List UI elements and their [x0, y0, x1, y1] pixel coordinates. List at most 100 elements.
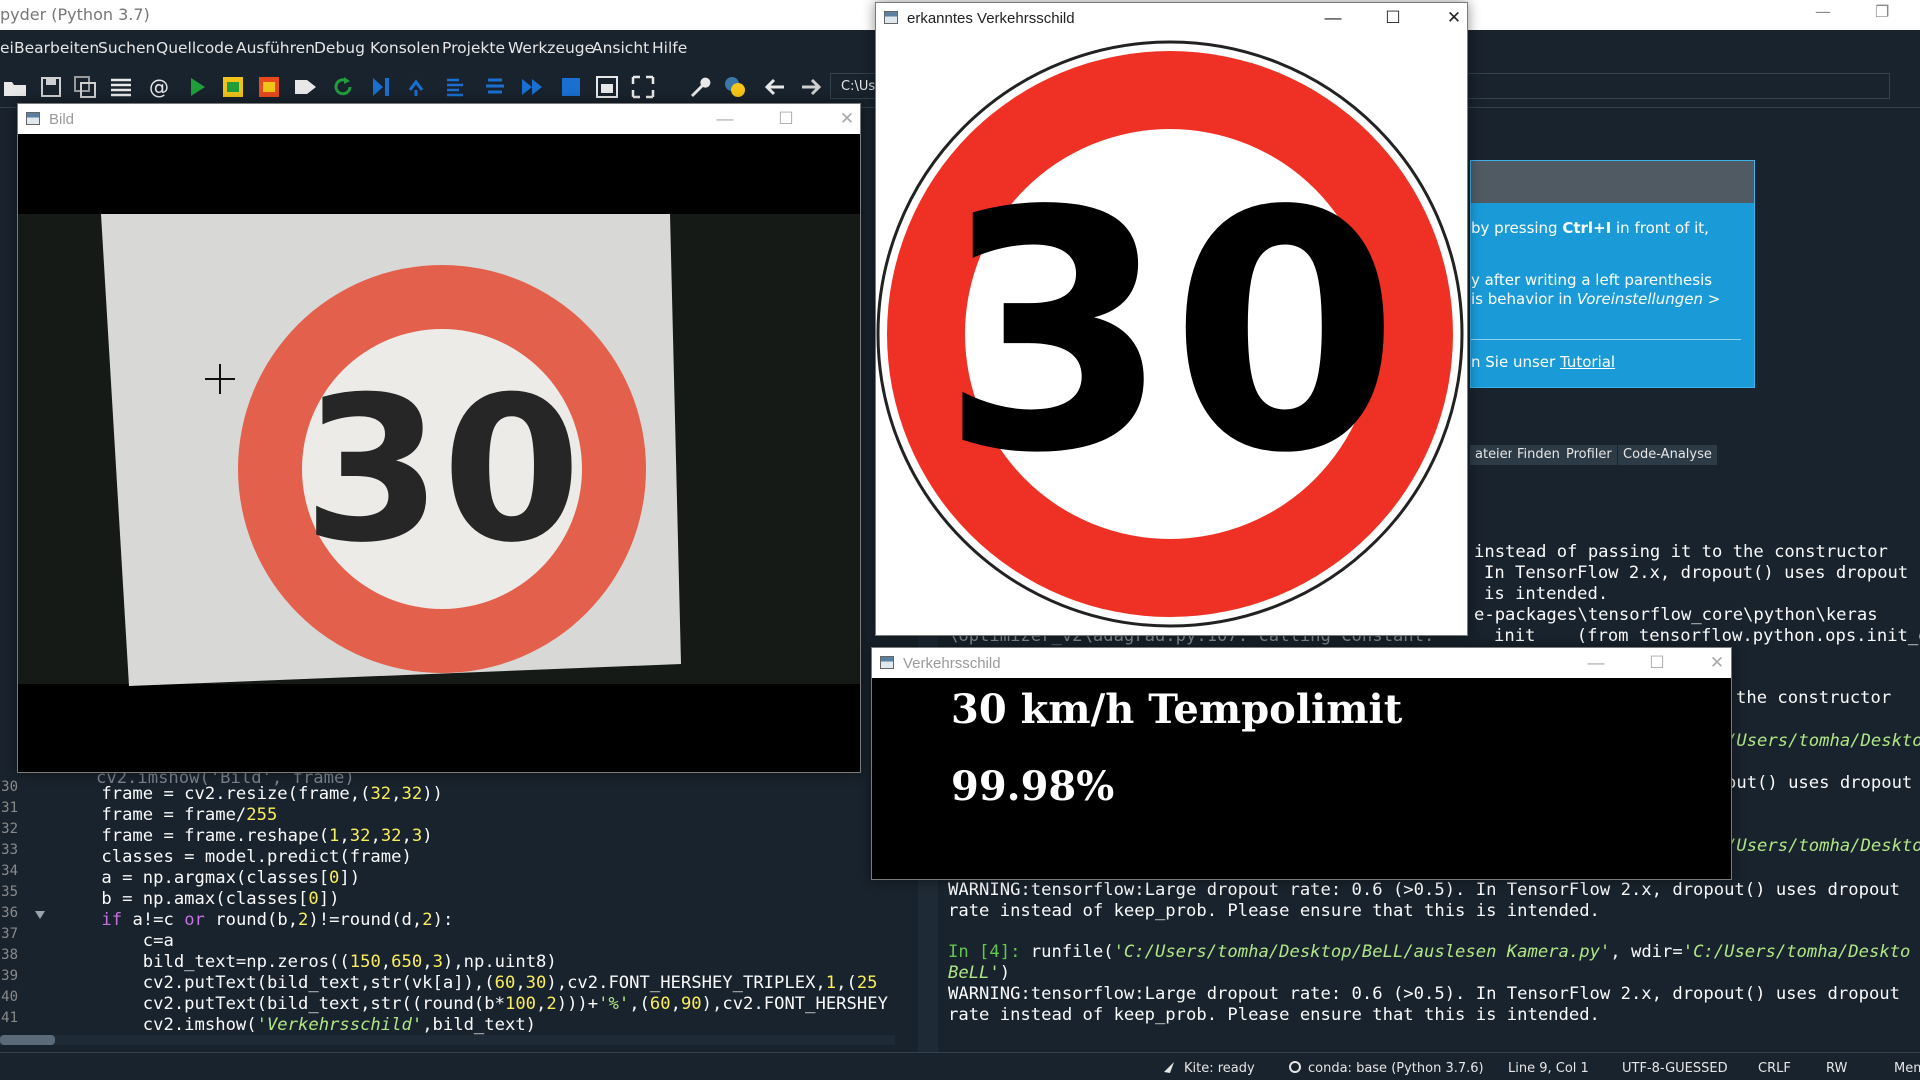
bild-window[interactable]: Bild — ☐ ✕ 30 [17, 103, 861, 773]
window-app-icon [26, 112, 40, 125]
help-text-line: is behavior in Voreinstellungen > [1471, 290, 1721, 308]
editor-horizontal-scrollbar[interactable] [0, 1035, 895, 1045]
menu-hilfe[interactable]: Hilfe [652, 39, 687, 57]
bild-titlebar[interactable]: Bild — ☐ ✕ [18, 104, 860, 134]
continue-icon[interactable] [520, 74, 546, 100]
console-line: In TensorFlow 2.x, dropout() uses dropou… [1484, 563, 1909, 583]
line-number: 33 [1, 842, 18, 858]
maximize-icon[interactable]: ☐ [1373, 6, 1413, 30]
run-icon[interactable] [184, 74, 210, 100]
save-all-icon[interactable] [72, 74, 98, 100]
fullscreen-icon[interactable] [630, 74, 656, 100]
menu-bearbeiten[interactable]: Bearbeiten [14, 39, 99, 57]
maximize-icon[interactable]: ☐ [766, 107, 806, 131]
classification-result-canvas: 30 km/h Tempolimit 99.98% [872, 678, 1731, 879]
line-number: 40 [1, 989, 18, 1005]
line-number: 38 [1, 947, 18, 963]
tab-code-analyse[interactable]: Code-Analyse [1618, 445, 1717, 465]
run-cell-icon[interactable] [220, 74, 246, 100]
rerun-icon[interactable] [330, 74, 356, 100]
maximize-icon[interactable]: ☐ [1637, 651, 1677, 675]
spyder-minimize-icon[interactable]: — [1815, 2, 1831, 21]
tab-profiler[interactable]: Profiler [1561, 445, 1617, 465]
console-warning: rate instead of keep_prob. Please ensure… [948, 901, 1600, 921]
camera-sign-number: 30 [303, 354, 581, 587]
scrollbar-thumb[interactable] [0, 1035, 55, 1045]
confidence-label: 99.98% [951, 763, 1115, 810]
window-app-icon [880, 656, 894, 669]
minimize-icon[interactable]: — [1576, 651, 1616, 675]
menu-datei[interactable]: ei [0, 39, 14, 57]
maximize-pane-icon[interactable] [594, 74, 620, 100]
at-icon[interactable]: @ [146, 74, 172, 100]
tutorial-link[interactable]: Tutorial [1560, 353, 1615, 371]
wrench-icon[interactable] [686, 74, 712, 100]
code-line: cv2.putText(bild_text,str(vk[a]),(60,30)… [60, 973, 878, 993]
minimize-icon[interactable]: — [705, 107, 745, 131]
code-line: if a!=c or round(b,2)!=round(d,2): [101, 910, 454, 930]
run-selection-icon[interactable] [292, 74, 318, 100]
recognized-sign-number: 30 [940, 141, 1399, 525]
step-return-icon[interactable] [482, 74, 508, 100]
line-number: 30 [1, 779, 18, 795]
console-line: instead of passing it to the constructor [1474, 542, 1888, 562]
code-line: bild_text=np.zeros((150,650,3),np.uint8) [60, 952, 557, 972]
stop-debug-icon[interactable] [558, 74, 584, 100]
status-bar: Kite: ready conda: base (Python 3.7.6) L… [0, 1052, 1920, 1080]
conda-env-status: conda: base (Python 3.7.6) [1308, 1061, 1484, 1076]
step-into-icon[interactable] [444, 74, 470, 100]
console-prompt: In [4]: [948, 942, 1021, 962]
list-icon[interactable] [108, 74, 134, 100]
code-line: cv2.imshow('Verkehrsschild',bild_text) [60, 1015, 537, 1035]
code-line: frame = cv2.resize(frame,(32,32)) [60, 784, 443, 804]
menu-ausfuehren[interactable]: Ausführen [236, 39, 315, 57]
minimize-icon[interactable]: — [1313, 6, 1353, 30]
close-icon[interactable]: ✕ [1697, 651, 1737, 675]
menu-werkzeuge[interactable]: Werkzeuge [508, 39, 594, 57]
python-icon[interactable] [722, 74, 748, 100]
step-icon[interactable] [406, 74, 432, 100]
menu-projekte[interactable]: Projekte [442, 39, 505, 57]
code-line: c=a [60, 931, 174, 951]
window-app-icon [884, 11, 898, 24]
fold-arrow-icon[interactable] [34, 910, 46, 920]
menu-quellcode[interactable]: Quellcode [156, 39, 234, 57]
close-icon[interactable]: ✕ [1434, 6, 1474, 30]
help-text-line: y after writing a left parenthesis [1471, 271, 1713, 289]
debug-icon[interactable] [368, 74, 394, 100]
verkehrsschild-titlebar[interactable]: Verkehrsschild — ☐ ✕ [872, 648, 1731, 678]
line-number: 37 [1, 926, 18, 942]
erkannt-window-title: erkanntes Verkehrsschild [907, 10, 1075, 27]
console-warning: WARNING:tensorflow:Large dropout rate: 0… [948, 984, 1900, 1004]
spyder-maximize-icon[interactable]: ❐ [1875, 2, 1889, 21]
kite-icon [1164, 1062, 1174, 1073]
console-line: the constructor [1736, 688, 1892, 708]
erkanntes-verkehrsschild-window[interactable]: erkanntes Verkehrsschild — ☐ ✕ 30 [875, 2, 1468, 636]
verkehrsschild-window[interactable]: Verkehrsschild — ☐ ✕ 30 km/h Tempolimit … [871, 647, 1732, 880]
run-cell-advance-icon[interactable] [256, 74, 282, 100]
console-line: e-packages\tensorflow_core\python\keras [1474, 605, 1878, 625]
close-icon[interactable]: ✕ [827, 107, 867, 131]
tab-finden[interactable]: Finden [1512, 445, 1565, 465]
rw-status: RW [1826, 1061, 1848, 1076]
recognized-sign-image: 30 [876, 33, 1467, 635]
save-icon[interactable] [38, 74, 64, 100]
help-divider [1471, 339, 1741, 340]
forward-arrow-icon[interactable] [798, 74, 824, 100]
conda-icon [1289, 1061, 1301, 1073]
line-number: 32 [1, 821, 18, 837]
erkannt-titlebar[interactable]: erkanntes Verkehrsschild — ☐ ✕ [876, 3, 1467, 33]
code-line: a = np.argmax(classes[0]) [60, 868, 361, 888]
open-file-icon[interactable] [2, 74, 28, 100]
help-tip-card: by pressing Ctrl+I in front of it, y aft… [1470, 160, 1755, 388]
menu-suchen[interactable]: Suchen [98, 39, 155, 57]
line-number: 41 [1, 1010, 18, 1026]
menu-ansicht[interactable]: Ansicht [592, 39, 649, 57]
kite-status: Kite: ready [1184, 1061, 1255, 1076]
memory-status: Mem [1894, 1061, 1920, 1076]
menu-konsolen[interactable]: Konsolen [370, 39, 440, 57]
back-arrow-icon[interactable] [762, 74, 788, 100]
console-warning: WARNING:tensorflow:Large dropout rate: 0… [948, 880, 1900, 900]
menu-debug[interactable]: Debug [314, 39, 365, 57]
console-input-line: In [4]: runfile('C:/Users/tomha/Desktop/… [948, 942, 1911, 962]
